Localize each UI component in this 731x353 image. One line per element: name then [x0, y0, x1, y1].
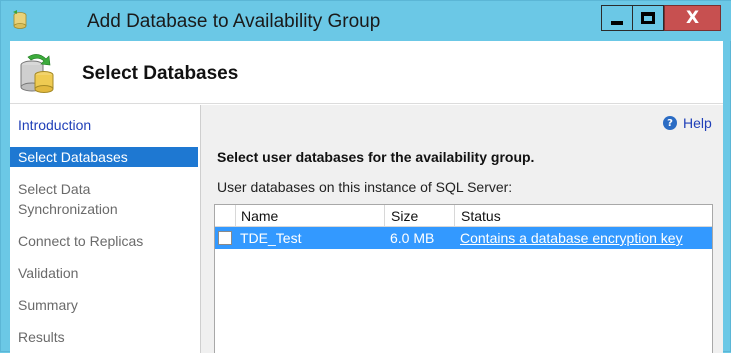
help-icon: ? — [663, 116, 677, 130]
nav-item-summary: Summary — [18, 297, 78, 313]
size-column-header[interactable]: Size — [384, 205, 454, 227]
close-icon: X — [685, 8, 700, 28]
main-panel: ? Help Select user databases for the ava… — [201, 105, 723, 353]
status-column-header[interactable]: Status — [454, 205, 712, 227]
maximize-button[interactable] — [632, 5, 664, 31]
minimize-icon — [611, 20, 623, 25]
nav-item-validation: Validation — [18, 265, 79, 281]
instructions-text: Select user databases for the availabili… — [217, 149, 535, 165]
table-row[interactable]: TDE_Test 6.0 MB Contains a database encr… — [215, 227, 712, 249]
row-checkbox[interactable] — [218, 231, 232, 245]
database-status-link[interactable]: Contains a database encryption key — [460, 227, 683, 249]
database-name-cell: TDE_Test — [240, 230, 302, 246]
page-title: Select Databases — [82, 63, 239, 84]
checkbox-column-header[interactable] — [215, 205, 235, 227]
nav-item-select-databases[interactable]: Select Databases — [10, 147, 198, 167]
page-header: Select Databases — [10, 41, 723, 104]
nav-item-connect-to-replicas: Connect to Replicas — [18, 233, 144, 249]
minimize-button[interactable] — [601, 5, 633, 31]
database-size-cell: 6.0 MB — [390, 230, 435, 246]
nav-item-introduction[interactable]: Introduction — [10, 115, 198, 135]
help-label: Help — [683, 115, 712, 131]
app-icon — [13, 10, 27, 29]
nav-item-select-data-synchronization: Select Data Synchronization — [18, 181, 118, 217]
wizard-nav: Introduction Select Databases Select Dat… — [10, 105, 200, 353]
database-refresh-icon — [20, 54, 54, 93]
help-link[interactable]: ? Help — [663, 115, 712, 131]
grid-header: Name Size Status — [215, 205, 712, 227]
title-bar[interactable]: Add Database to Availability Group X — [1, 1, 731, 41]
dialog-window: Add Database to Availability Group X Sel… — [0, 0, 731, 353]
dialog-client: Select Databases Introduction Select Dat… — [10, 41, 723, 353]
name-column-header[interactable]: Name — [235, 205, 384, 227]
database-grid-label: User databases on this instance of SQL S… — [217, 179, 513, 195]
close-button[interactable]: X — [664, 5, 721, 31]
maximize-icon — [641, 12, 655, 24]
window-title: Add Database to Availability Group — [87, 11, 381, 32]
nav-item-results: Results — [18, 329, 65, 345]
database-grid[interactable]: Name Size Status TDE_Test 6.0 MB Contain… — [214, 204, 713, 353]
